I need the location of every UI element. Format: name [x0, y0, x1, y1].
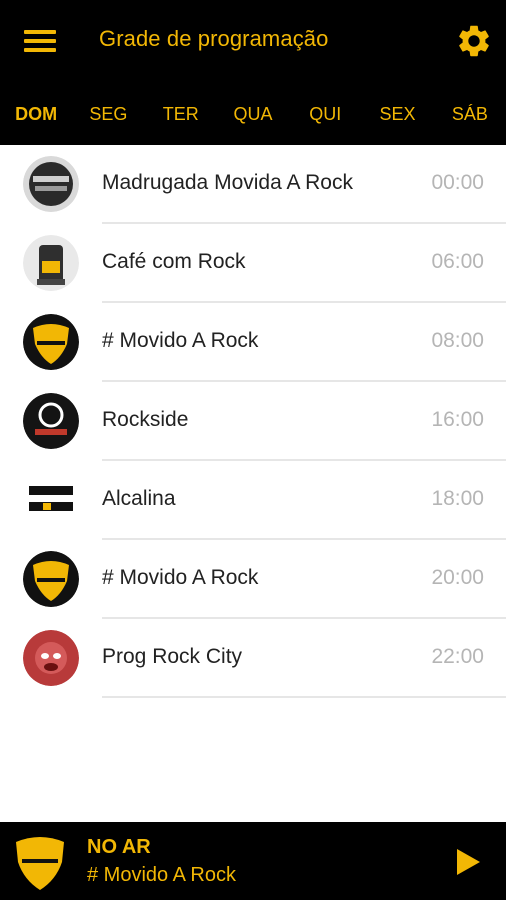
- now-playing-bar[interactable]: NO AR # Movido A Rock: [0, 822, 506, 900]
- program-name: Café com Rock: [102, 250, 246, 273]
- tab-sab[interactable]: SÁB: [434, 85, 506, 145]
- app-header: Grade de programação: [0, 0, 506, 85]
- program-name: Prog Rock City: [102, 645, 243, 668]
- gear-icon[interactable]: [455, 22, 493, 60]
- divider: [102, 696, 506, 698]
- tab-ter[interactable]: TER: [145, 85, 217, 145]
- program-name: Alcalina: [102, 487, 176, 510]
- day-tabs: DOM SEG TER QUA QUI SEX SÁB: [0, 85, 506, 145]
- hamburger-menu-icon[interactable]: [24, 28, 56, 54]
- program-time: 06:00: [431, 250, 484, 273]
- program-time: 18:00: [431, 487, 484, 510]
- list-item[interactable]: Café com Rock 06:00: [0, 224, 506, 303]
- prog-rock-city-logo: [23, 630, 79, 686]
- movido-a-rock-logo: [23, 551, 79, 607]
- schedule-list: Madrugada Movida A Rock 00:00 Café com R…: [0, 145, 506, 698]
- play-icon[interactable]: [454, 847, 482, 877]
- cafe-com-rock-logo: [23, 235, 79, 291]
- page-title: Grade de programação: [99, 26, 329, 51]
- movido-a-rock-logo: [23, 314, 79, 370]
- list-item[interactable]: # Movido A Rock 20:00: [0, 540, 506, 619]
- madrugada-logo: [23, 156, 79, 212]
- program-time: 00:00: [431, 171, 484, 194]
- now-playing-title: # Movido A Rock: [87, 864, 236, 886]
- on-air-label: NO AR: [87, 836, 151, 858]
- alcalina-logo: [23, 472, 79, 528]
- program-name: # Movido A Rock: [102, 329, 259, 352]
- list-item[interactable]: Alcalina 18:00: [0, 461, 506, 540]
- tab-dom[interactable]: DOM: [0, 85, 72, 145]
- movido-a-rock-logo: [16, 837, 64, 890]
- tab-qui[interactable]: QUI: [289, 85, 361, 145]
- list-item[interactable]: Madrugada Movida A Rock 00:00: [0, 145, 506, 224]
- program-time: 16:00: [431, 408, 484, 431]
- tab-qua[interactable]: QUA: [217, 85, 289, 145]
- program-time: 20:00: [431, 566, 484, 589]
- program-name: Rockside: [102, 408, 189, 431]
- program-time: 22:00: [431, 645, 484, 668]
- program-name: Madrugada Movida A Rock: [102, 171, 353, 194]
- program-name: # Movido A Rock: [102, 566, 259, 589]
- rockside-logo: [23, 393, 79, 449]
- tab-seg[interactable]: SEG: [72, 85, 144, 145]
- list-item[interactable]: Prog Rock City 22:00: [0, 619, 506, 698]
- list-item[interactable]: Rockside 16:00: [0, 382, 506, 461]
- list-item[interactable]: # Movido A Rock 08:00: [0, 303, 506, 382]
- tab-sex[interactable]: SEX: [361, 85, 433, 145]
- program-time: 08:00: [431, 329, 484, 352]
